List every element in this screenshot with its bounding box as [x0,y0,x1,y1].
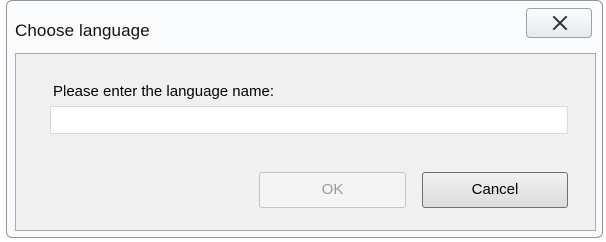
title-bar[interactable]: Choose language [7,1,602,53]
dialog-body: Please enter the language name: OK Cance… [15,53,596,231]
language-prompt-label: Please enter the language name: [53,83,274,100]
close-icon [552,16,568,30]
cancel-button[interactable]: Cancel [422,172,568,208]
dialog-title: Choose language [15,21,150,40]
choose-language-dialog: Choose language Please enter the languag… [6,0,603,238]
language-name-input[interactable] [50,106,568,134]
ok-button[interactable]: OK [259,172,406,208]
close-button[interactable] [526,8,592,38]
